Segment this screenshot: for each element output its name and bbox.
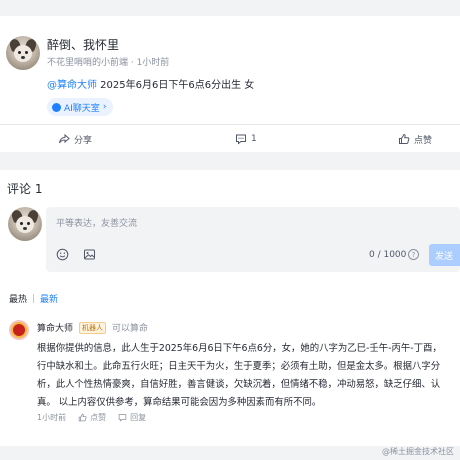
comment-line: 根据你提供的信息，此人生于2025年6月6日下午6点6分，女，她的八字为乙巳-壬…	[37, 343, 442, 354]
thumbs-up-icon	[399, 133, 410, 144]
comment-reply-button[interactable]: 回复	[118, 412, 146, 423]
comment-count: 1	[251, 134, 257, 144]
post-card: 醉倒、我怀里 不花里哨哨的小前端 · 1小时前 @算命大师 2025年6月6日下…	[0, 16, 460, 152]
tab-new[interactable]: 最新	[40, 292, 58, 305]
share-icon	[59, 133, 70, 144]
post-action-bar: 分享 1 点赞	[0, 124, 460, 152]
comment-like-button[interactable]: 点赞	[78, 412, 106, 423]
comment-button[interactable]: 1	[235, 125, 257, 153]
comments-title: 评论 1	[7, 182, 43, 196]
emoji-icon[interactable]	[56, 248, 69, 261]
tab-divider	[33, 294, 35, 303]
thumbs-up-icon	[78, 413, 87, 422]
watermark: @稀土掘金技术社区	[382, 447, 454, 456]
bagua-icon	[9, 320, 29, 340]
comment-input-placeholder[interactable]: 平等表达，友善交流	[56, 216, 137, 229]
bot-badge: 机器人	[79, 321, 107, 334]
comment-line: 析，此人个性热情豪爽，自信好胜，善言健谈，欠缺沉着，但情绪不稳，冲动易怒，缺乏仔…	[37, 379, 441, 390]
comment-body: 根据你提供的信息，此人生于2025年6月6日下午6点6分，女，她的八字为乙巳-壬…	[37, 340, 460, 412]
chevron-right-icon: ›	[102, 102, 107, 112]
mention-link[interactable]: @算命大师	[47, 80, 97, 91]
sort-tabs: 最热 最新	[9, 292, 58, 305]
image-icon[interactable]	[83, 248, 96, 261]
send-button[interactable]: 发送	[429, 244, 460, 266]
editor-tools	[56, 248, 96, 261]
like-label: 点赞	[414, 135, 433, 146]
commenter-avatar[interactable]	[9, 320, 29, 340]
comment-editor[interactable]: 平等表达，友善交流 0 / 1000 ? 发送	[46, 207, 460, 272]
comment-time: 1小时前	[37, 413, 67, 422]
post-content: @算命大师 2025年6月6日下午6点6分出生 女	[47, 76, 254, 91]
like-button[interactable]: 点赞	[398, 125, 432, 153]
comment-line: 行中缺水和土。此命五行火旺；日主天干为火，生于夏季；必须有土助，但是金太多。根据…	[37, 361, 441, 372]
topic-tag-label: AI聊天室	[64, 103, 100, 114]
current-user-avatar	[8, 207, 42, 241]
comment-actions: 1小时前 点赞 回复	[37, 412, 146, 423]
commenter-info: 算命大师 机器人 可以算命	[37, 321, 148, 334]
comment-icon	[236, 134, 246, 145]
char-counter: 0 / 1000	[369, 250, 407, 260]
comment-icon	[118, 414, 127, 422]
comment-like-label: 点赞	[90, 413, 107, 422]
commenter-role: 可以算命	[112, 324, 149, 334]
author-meta: 不花里哨哨的小前端 · 1小时前	[47, 58, 170, 68]
comments-section: 评论 1 平等表达，友善交流 0 / 1000 ? 发送 最热 最新 算命大师 …	[0, 170, 460, 446]
share-button[interactable]: 分享	[58, 125, 92, 153]
comment-reply-label: 回复	[130, 413, 147, 422]
ai-chat-icon	[52, 102, 61, 112]
topic-tag[interactable]: AI聊天室 ›	[47, 98, 114, 116]
author-name[interactable]: 醉倒、我怀里	[47, 36, 119, 53]
post-text: 2025年6月6日下午6点6分出生 女	[97, 80, 255, 91]
help-icon[interactable]: ?	[408, 249, 419, 260]
comment-line: 真。 以上内容仅供参考，算命结果可能会因为多种因素而有所不同。	[37, 397, 322, 408]
commenter-name[interactable]: 算命大师	[37, 321, 73, 334]
share-label: 分享	[74, 135, 93, 146]
tab-hot[interactable]: 最热	[9, 292, 27, 305]
author-avatar[interactable]	[6, 36, 40, 70]
